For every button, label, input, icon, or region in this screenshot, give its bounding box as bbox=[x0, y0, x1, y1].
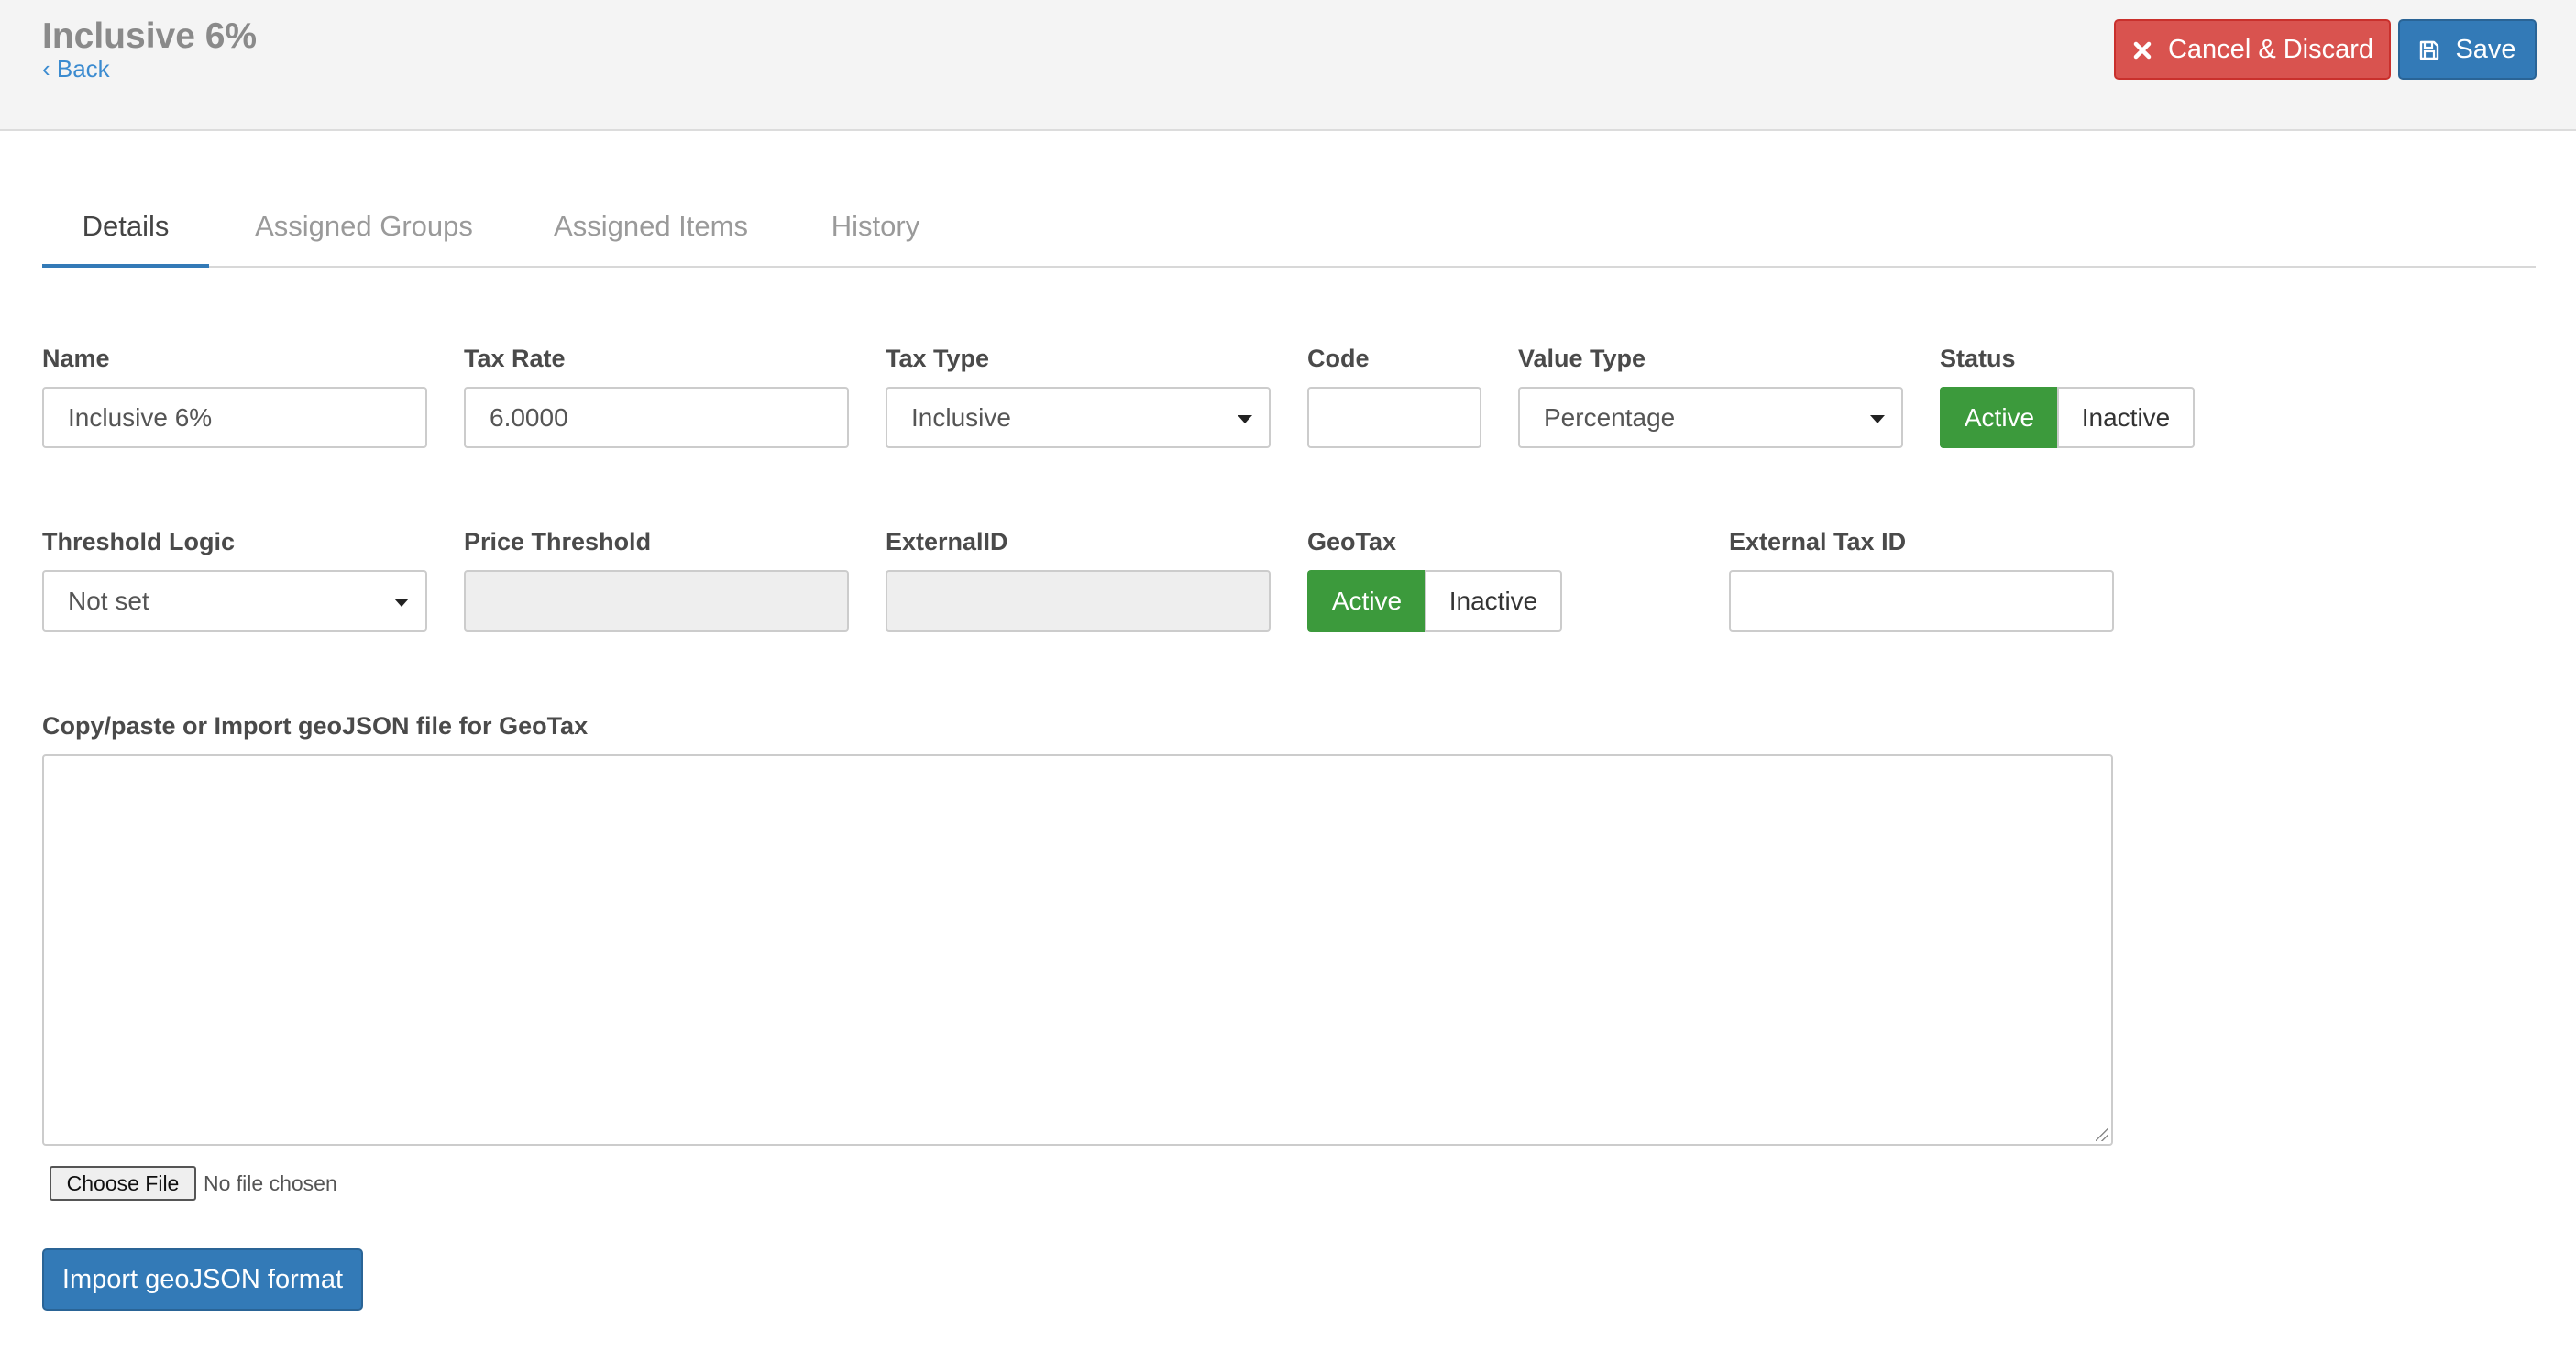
status-inactive-option[interactable]: Inactive bbox=[2057, 387, 2195, 448]
external-id-label: ExternalID bbox=[886, 528, 1008, 555]
floppy-disk-icon bbox=[2418, 38, 2440, 60]
value-type-value: Percentage bbox=[1544, 403, 1676, 432]
import-geojson-button[interactable]: Import geoJSON format bbox=[42, 1248, 363, 1311]
value-type-label: Value Type bbox=[1518, 345, 1646, 372]
name-label: Name bbox=[42, 345, 110, 372]
caret-down-icon bbox=[394, 599, 409, 607]
price-threshold-label: Price Threshold bbox=[464, 528, 652, 555]
geotax-toggle: Active Inactive bbox=[1307, 570, 1562, 632]
external-tax-id-label: External Tax ID bbox=[1729, 528, 1907, 555]
geojson-label: Copy/paste or Import geoJSON file for Ge… bbox=[42, 712, 589, 740]
geotax-label: GeoTax bbox=[1307, 528, 1397, 555]
cancel-discard-button[interactable]: Cancel & Discard bbox=[2114, 19, 2391, 80]
geotax-active-option[interactable]: Active bbox=[1307, 570, 1425, 632]
back-link[interactable]: ‹ Back bbox=[42, 53, 110, 84]
page-header: Inclusive 6% ‹ Back Cancel & Discard Sav… bbox=[0, 0, 2576, 131]
tax-rate-label: Tax Rate bbox=[464, 345, 566, 372]
caret-down-icon bbox=[1870, 415, 1885, 423]
file-status: No file chosen bbox=[204, 1171, 337, 1195]
tab-details[interactable]: Details bbox=[42, 188, 209, 268]
status-label: Status bbox=[1940, 345, 2016, 372]
tax-type-select[interactable]: Inclusive bbox=[886, 387, 1271, 448]
choose-file-button[interactable]: Choose File bbox=[50, 1166, 196, 1201]
status-active-option[interactable]: Active bbox=[1940, 387, 2057, 448]
external-id-input bbox=[886, 570, 1271, 632]
save-button[interactable]: Save bbox=[2398, 19, 2537, 80]
caret-down-icon bbox=[1238, 415, 1252, 423]
status-toggle: Active Inactive bbox=[1940, 387, 2195, 448]
tax-type-value: Inclusive bbox=[911, 403, 1011, 432]
code-label: Code bbox=[1307, 345, 1370, 372]
close-icon bbox=[2131, 38, 2153, 60]
tab-assigned-groups[interactable]: Assigned Groups bbox=[249, 188, 479, 268]
cancel-discard-label: Cancel & Discard bbox=[2167, 34, 2374, 64]
save-label: Save bbox=[2455, 34, 2516, 64]
value-type-select[interactable]: Percentage bbox=[1518, 387, 1903, 448]
tax-type-label: Tax Type bbox=[886, 345, 990, 372]
threshold-logic-label: Threshold Logic bbox=[42, 528, 236, 555]
price-threshold-input bbox=[464, 570, 849, 632]
tab-history[interactable]: History bbox=[827, 188, 924, 268]
geojson-textarea[interactable] bbox=[42, 754, 2113, 1146]
tab-bar: Details Assigned Groups Assigned Items H… bbox=[42, 188, 2536, 268]
geotax-inactive-option[interactable]: Inactive bbox=[1425, 570, 1562, 632]
external-tax-id-input[interactable] bbox=[1729, 570, 2114, 632]
tax-rate-input[interactable]: 6.0000 bbox=[464, 387, 849, 448]
resize-grip-icon[interactable] bbox=[2096, 1128, 2108, 1141]
threshold-logic-select[interactable]: Not set bbox=[42, 570, 427, 632]
name-input[interactable]: Inclusive 6% bbox=[42, 387, 427, 448]
tab-assigned-items[interactable]: Assigned Items bbox=[548, 188, 754, 268]
threshold-logic-value: Not set bbox=[68, 587, 149, 615]
code-input[interactable] bbox=[1307, 387, 1481, 448]
